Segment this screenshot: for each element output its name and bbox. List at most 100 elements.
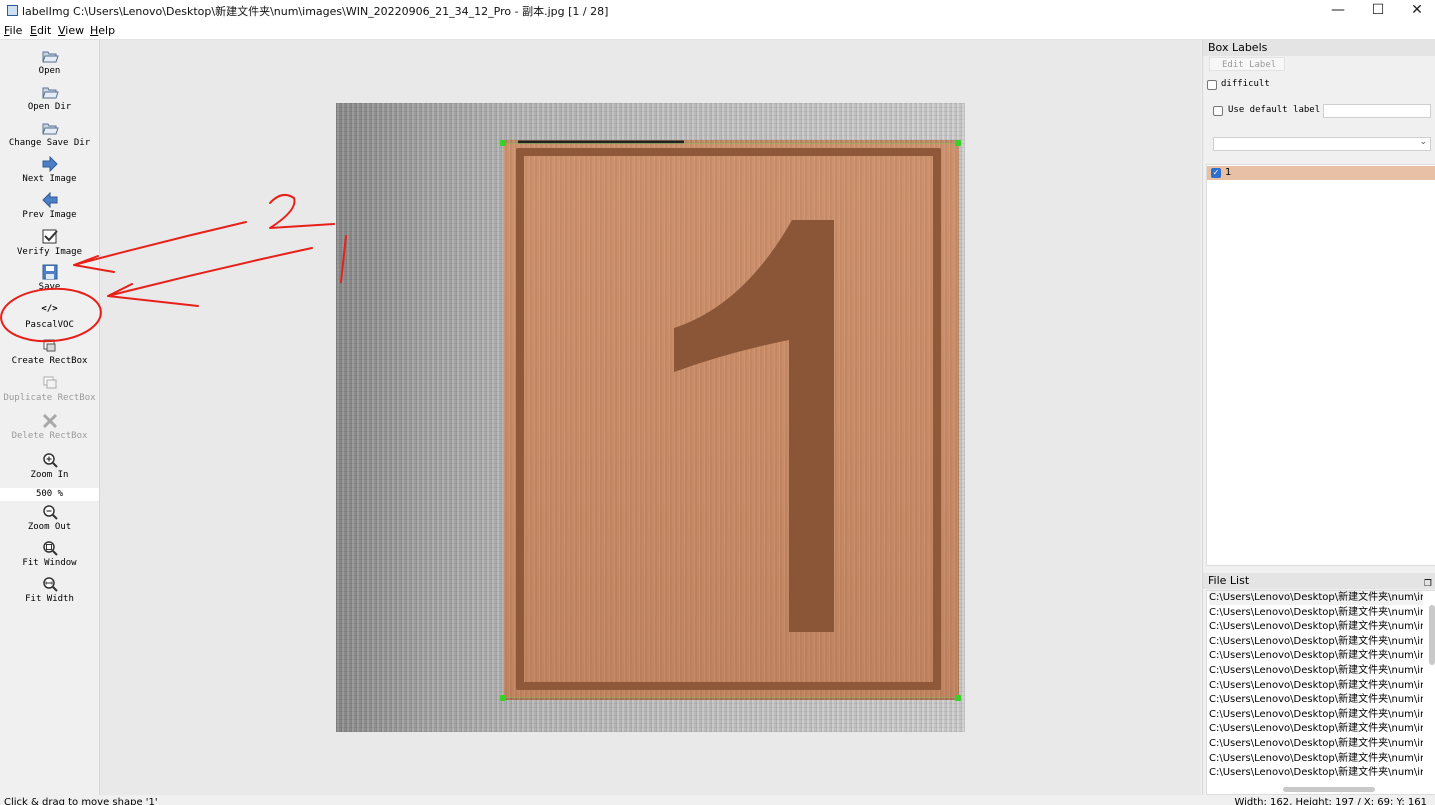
format-pascalvoc-button[interactable]: </> PascalVOC [0, 304, 99, 330]
file-list-item[interactable]: C:\Users\Lenovo\Desktop\新建文件夹\num\in [1209, 620, 1423, 634]
save-label: Save [38, 282, 61, 292]
next-image-label: Next Image [22, 174, 77, 184]
change-save-dir-button[interactable]: Change Save Dir [0, 120, 99, 148]
fit-window-button[interactable]: Fit Window [0, 540, 99, 568]
maximize-button[interactable]: ☐ [1358, 0, 1398, 22]
use-default-label-checkbox[interactable] [1213, 106, 1223, 116]
file-list-item[interactable]: C:\Users\Lenovo\Desktop\新建文件夹\num\in [1209, 766, 1423, 780]
file-list-item[interactable]: C:\Users\Lenovo\Desktop\新建文件夹\num\in [1209, 752, 1423, 766]
label-list: ✓ 1 [1206, 164, 1435, 566]
verify-image-button[interactable]: Verify Image [0, 229, 99, 257]
difficult-checkbox[interactable] [1207, 80, 1217, 90]
save-button[interactable]: Save [0, 264, 99, 292]
app-icon [7, 5, 18, 16]
status-info: Width: 162, Height: 197 / X: 69; Y: 161 [1234, 797, 1427, 805]
minimize-button[interactable]: — [1318, 0, 1358, 22]
bbox-handle-top-left[interactable] [500, 140, 506, 146]
file-list: C:\Users\Lenovo\Desktop\新建文件夹\num\in C:\… [1206, 590, 1435, 795]
chevron-down-icon: ⌄ [1419, 137, 1427, 147]
file-list-item[interactable]: C:\Users\Lenovo\Desktop\新建文件夹\num\in [1209, 649, 1423, 663]
file-list-item[interactable]: C:\Users\Lenovo\Desktop\新建文件夹\num\in [1209, 635, 1423, 649]
fit-width-button[interactable]: Fit Width [0, 576, 99, 604]
zoom-in-button[interactable]: Zoom In [0, 452, 99, 480]
file-list-title-text: File List [1208, 574, 1250, 587]
checkbox-check-icon [42, 229, 58, 244]
zoom-in-label: Zoom In [30, 470, 69, 480]
open-label: Open [38, 66, 61, 76]
window-title: labelImg C:\Users\Lenovo\Desktop\新建文件夹\n… [22, 5, 609, 18]
zoom-out-label: Zoom Out [27, 522, 72, 532]
fit-window-label: Fit Window [22, 558, 77, 568]
duplicate-rectbox-label: Duplicate RectBox [3, 393, 96, 403]
file-list-item[interactable]: C:\Users\Lenovo\Desktop\新建文件夹\num\in [1209, 693, 1423, 707]
next-image-button[interactable]: Next Image [0, 156, 99, 184]
close-button[interactable]: ✕ [1397, 0, 1435, 22]
verify-image-label: Verify Image [16, 247, 83, 257]
folder-open-icon [41, 123, 59, 135]
duplicate-rectbox-button[interactable]: Duplicate RectBox [0, 375, 99, 403]
create-rectbox-button[interactable]: Create RectBox [0, 338, 99, 366]
file-list-item[interactable]: C:\Users\Lenovo\Desktop\新建文件夹\num\in [1209, 606, 1423, 620]
floppy-disk-icon [42, 264, 57, 280]
status-bar: Click & drag to move shape '1' Width: 16… [0, 795, 1435, 805]
file-list-item[interactable]: C:\Users\Lenovo\Desktop\新建文件夹\num\in [1209, 664, 1423, 678]
fit-width-icon [42, 577, 58, 592]
new-box-icon [43, 339, 55, 352]
create-rectbox-label: Create RectBox [11, 356, 88, 366]
zoom-out-button[interactable]: Zoom Out [0, 504, 99, 532]
label-checkbox-checked[interactable]: ✓ [1211, 168, 1221, 178]
edit-label-text: Edit Label [1222, 60, 1277, 70]
delete-rectbox-button[interactable]: Delete RectBox [0, 413, 99, 441]
file-list-item[interactable]: C:\Users\Lenovo\Desktop\新建文件夹\num\in [1209, 708, 1423, 722]
delete-rectbox-label: Delete RectBox [11, 431, 88, 441]
menu-bar: File Edit View Help [0, 22, 1435, 40]
tool-bar: Open Open Dir Change Save Dir Next Image… [0, 40, 100, 795]
label-item-text: 1 [1225, 167, 1232, 178]
folder-open-icon [41, 51, 59, 63]
file-list-item[interactable]: C:\Users\Lenovo\Desktop\新建文件夹\num\in [1209, 722, 1423, 736]
bbox-handle-bottom-left[interactable] [500, 695, 506, 701]
bounding-box[interactable] [503, 143, 958, 698]
default-label-input[interactable] [1323, 104, 1431, 118]
menu-view[interactable]: View [58, 24, 84, 37]
file-list-vertical-scrollbar[interactable] [1429, 605, 1435, 665]
file-list-horizontal-scrollbar[interactable] [1283, 787, 1375, 792]
image-canvas[interactable] [100, 40, 1201, 795]
file-list-title: File List ❐ [1203, 573, 1435, 589]
open-button[interactable]: Open [0, 48, 99, 76]
delete-x-icon [42, 413, 57, 429]
file-list-item[interactable]: C:\Users\Lenovo\Desktop\新建文件夹\num\in [1209, 679, 1423, 693]
box-labels-title: Box Labels [1203, 40, 1435, 56]
zoom-value-field[interactable]: 500 % [0, 488, 99, 501]
arrow-right-icon [42, 156, 58, 172]
folder-open-icon [41, 87, 59, 99]
prev-image-label: Prev Image [22, 210, 77, 220]
label-combo-box[interactable]: ⌄ [1213, 137, 1431, 151]
copy-icon [43, 376, 56, 389]
title-bar: labelImg C:\Users\Lenovo\Desktop\新建文件夹\n… [0, 0, 1435, 22]
menu-file[interactable]: File [4, 24, 22, 37]
right-panel: Box Labels Edit Label difficult Use defa… [1202, 40, 1435, 795]
zoom-out-icon [42, 505, 58, 520]
menu-help[interactable]: Help [90, 24, 115, 37]
file-list-item[interactable]: C:\Users\Lenovo\Desktop\新建文件夹\num\in [1209, 737, 1423, 751]
zoom-in-icon [42, 453, 58, 468]
fit-width-label: Fit Width [25, 594, 74, 604]
menu-edit[interactable]: Edit [30, 24, 51, 37]
difficult-label: difficult [1221, 79, 1270, 89]
bbox-handle-top-right[interactable] [955, 140, 961, 146]
change-save-dir-label: Change Save Dir [8, 138, 91, 148]
format-label: PascalVOC [25, 320, 74, 330]
loaded-image [336, 103, 965, 732]
status-message: Click & drag to move shape '1' [4, 797, 158, 805]
open-dir-button[interactable]: Open Dir [0, 84, 99, 112]
file-list-item[interactable]: C:\Users\Lenovo\Desktop\新建文件夹\num\in [1209, 591, 1423, 605]
code-icon: </> [41, 304, 58, 314]
arrow-left-icon [41, 192, 57, 208]
prev-image-button[interactable]: Prev Image [0, 192, 99, 220]
open-dir-label: Open Dir [27, 102, 72, 112]
label-list-item[interactable]: ✓ 1 [1207, 166, 1435, 180]
edit-label-button[interactable]: Edit Label [1209, 57, 1285, 71]
bbox-handle-bottom-right[interactable] [955, 695, 961, 701]
fit-window-icon [42, 541, 58, 556]
